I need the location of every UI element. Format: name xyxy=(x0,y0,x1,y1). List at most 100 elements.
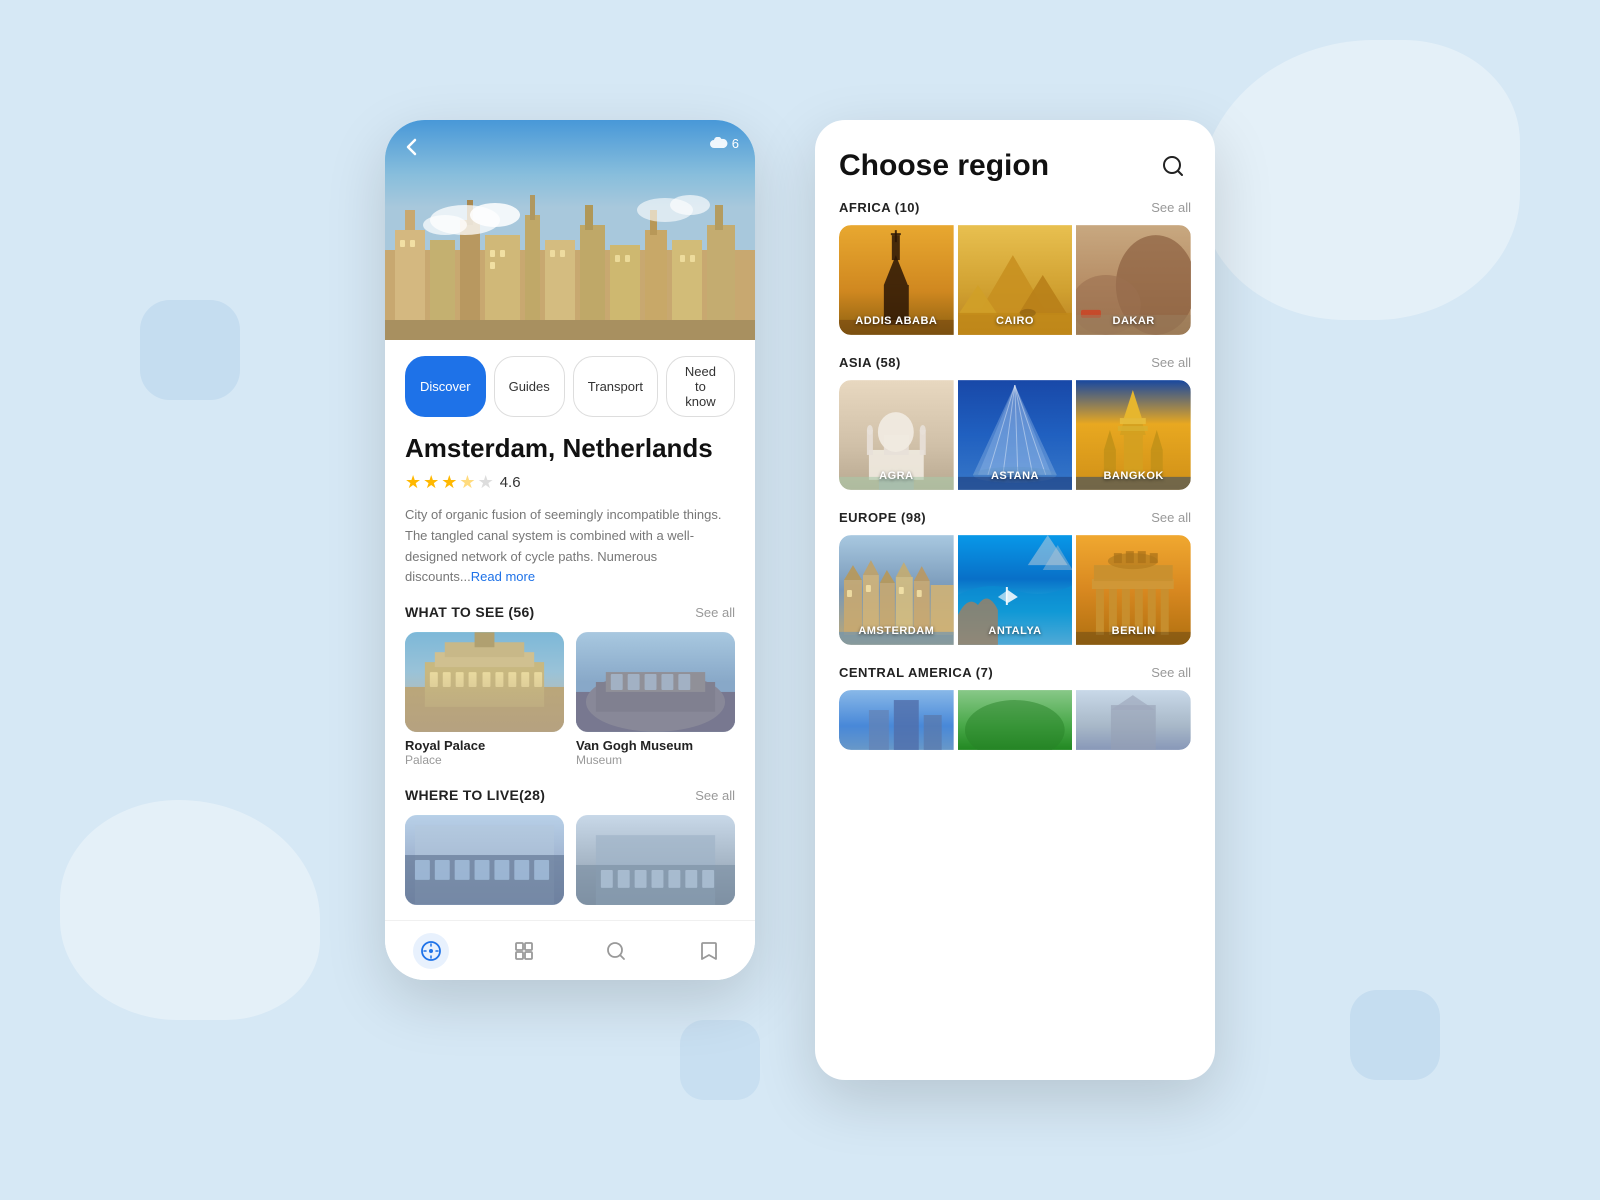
where-to-live-see-all[interactable]: See all xyxy=(695,788,735,803)
central2-svg xyxy=(958,690,1073,750)
palace-photo xyxy=(405,632,564,732)
place-van-gogh[interactable]: Van Gogh Museum Museum xyxy=(576,632,735,767)
rating-number: 4.6 xyxy=(500,474,521,491)
places-grid: Royal Palace Palace xyxy=(405,632,735,767)
nav-compass[interactable] xyxy=(413,933,449,969)
africa-see-all[interactable]: See all xyxy=(1151,200,1191,215)
central1-svg xyxy=(839,690,954,750)
phone-amsterdam-detail: 6 Discover Guides Transport Need to know… xyxy=(385,120,755,980)
central-america-header: CENTRAL AMERICA (7) See all xyxy=(839,665,1191,680)
central-city-3[interactable] xyxy=(1076,690,1191,750)
star-5: ★ xyxy=(478,472,494,493)
nav-grid[interactable] xyxy=(506,933,542,969)
addis-ababa-label: ADDIS ABABA xyxy=(839,315,954,327)
nav-search[interactable] xyxy=(598,933,634,969)
bottom-navigation xyxy=(385,920,755,980)
europe-images: AMSTERDAM xyxy=(839,535,1191,645)
weather-cloud-icon xyxy=(710,137,728,151)
background-blob-1 xyxy=(1200,40,1520,320)
europe-antalya[interactable]: ANTALYA xyxy=(958,535,1073,645)
building-image-2 xyxy=(576,815,735,905)
van-gogh-type: Museum xyxy=(576,753,735,767)
royal-palace-image xyxy=(405,632,564,732)
africa-addis-ababa[interactable]: ADDIS ABABA xyxy=(839,225,954,335)
central-city-1[interactable] xyxy=(839,690,954,750)
central3-svg xyxy=(1076,690,1191,750)
africa-cairo[interactable]: CAIRO xyxy=(958,225,1073,335)
compass-icon xyxy=(420,940,442,962)
africa-images: ADDIS ABABA xyxy=(839,225,1191,335)
region-content: AFRICA (10) See all xyxy=(815,200,1215,750)
central-city-2[interactable] xyxy=(958,690,1073,750)
temperature-text: 6 xyxy=(732,136,739,151)
what-to-see-title: WHAT TO SEE (56) xyxy=(405,604,535,620)
tab-guides[interactable]: Guides xyxy=(494,356,565,417)
tab-need-to-know[interactable]: Need to know xyxy=(666,356,735,417)
royal-palace-type: Palace xyxy=(405,753,564,767)
agra-label: AGRA xyxy=(839,470,954,482)
van-gogh-image xyxy=(576,632,735,732)
central-america-see-all[interactable]: See all xyxy=(1151,665,1191,680)
dakar-label: DAKAR xyxy=(1076,315,1191,327)
europe-title: EUROPE (98) xyxy=(839,510,926,525)
place-royal-palace[interactable]: Royal Palace Palace xyxy=(405,632,564,767)
tab-discover[interactable]: Discover xyxy=(405,356,486,417)
city-title: Amsterdam, Netherlands xyxy=(405,433,735,464)
central-america-images xyxy=(839,690,1191,750)
building-svg-1 xyxy=(405,815,564,905)
grid-icon xyxy=(513,940,535,962)
nav-bookmark[interactable] xyxy=(691,933,727,969)
region-central-america: CENTRAL AMERICA (7) See all xyxy=(839,665,1191,750)
region-search-button[interactable] xyxy=(1155,148,1191,184)
buildings-grid xyxy=(405,815,735,905)
europe-header: EUROPE (98) See all xyxy=(839,510,1191,525)
star-rating: ★ ★ ★ ★ ★ xyxy=(405,472,494,493)
africa-dakar[interactable]: DAKAR xyxy=(1076,225,1191,335)
tab-bar: Discover Guides Transport Need to know xyxy=(405,356,735,417)
europe-see-all[interactable]: See all xyxy=(1151,510,1191,525)
museum-photo xyxy=(576,632,735,732)
amsterdam-content: Discover Guides Transport Need to know A… xyxy=(385,340,755,920)
region-header: Choose region xyxy=(815,120,1215,200)
what-to-see-header: WHAT TO SEE (56) See all xyxy=(405,604,735,620)
star-2: ★ xyxy=(423,472,439,493)
region-asia: ASIA (58) See all xyxy=(839,355,1191,490)
read-more-link[interactable]: Read more xyxy=(471,569,535,584)
phones-container: 6 Discover Guides Transport Need to know… xyxy=(385,120,1215,1080)
europe-amsterdam[interactable]: AMSTERDAM xyxy=(839,535,954,645)
phone-choose-region: Choose region AFRICA (10) See all xyxy=(815,120,1215,1080)
amsterdam-skyline-svg xyxy=(385,190,755,340)
bangkok-label: BANGKOK xyxy=(1076,470,1191,482)
back-button[interactable] xyxy=(401,136,423,158)
region-search-icon xyxy=(1161,154,1185,178)
asia-agra[interactable]: AGRA xyxy=(839,380,954,490)
star-1: ★ xyxy=(405,472,421,493)
star-4: ★ xyxy=(459,472,475,493)
region-europe: EUROPE (98) See all xyxy=(839,510,1191,645)
central-america-title: CENTRAL AMERICA (7) xyxy=(839,665,993,680)
europe-berlin[interactable]: BERLIN xyxy=(1076,535,1191,645)
van-gogh-name: Van Gogh Museum xyxy=(576,738,735,753)
asia-images: AGRA xyxy=(839,380,1191,490)
asia-title: ASIA (58) xyxy=(839,355,901,370)
back-icon xyxy=(401,136,423,158)
search-icon xyxy=(605,940,627,962)
hero-image: 6 xyxy=(385,120,755,340)
asia-astana[interactable]: ASTANA xyxy=(958,380,1073,490)
antalya-label: ANTALYA xyxy=(958,625,1073,637)
region-africa: AFRICA (10) See all xyxy=(839,200,1191,335)
africa-header: AFRICA (10) See all xyxy=(839,200,1191,215)
cairo-label: CAIRO xyxy=(958,315,1073,327)
where-to-live-title: WHERE TO LIVE(28) xyxy=(405,787,545,803)
rating-container: ★ ★ ★ ★ ★ 4.6 xyxy=(405,472,735,493)
tab-transport[interactable]: Transport xyxy=(573,356,658,417)
asia-see-all[interactable]: See all xyxy=(1151,355,1191,370)
description-text: City of organic fusion of seemingly inco… xyxy=(405,507,722,584)
what-to-see-see-all[interactable]: See all xyxy=(695,605,735,620)
region-main-title: Choose region xyxy=(839,149,1049,183)
bookmark-icon xyxy=(698,940,720,962)
asia-header: ASIA (58) See all xyxy=(839,355,1191,370)
where-to-live-header: WHERE TO LIVE(28) See all xyxy=(405,787,735,803)
star-3: ★ xyxy=(441,472,457,493)
asia-bangkok[interactable]: BANGKOK xyxy=(1076,380,1191,490)
